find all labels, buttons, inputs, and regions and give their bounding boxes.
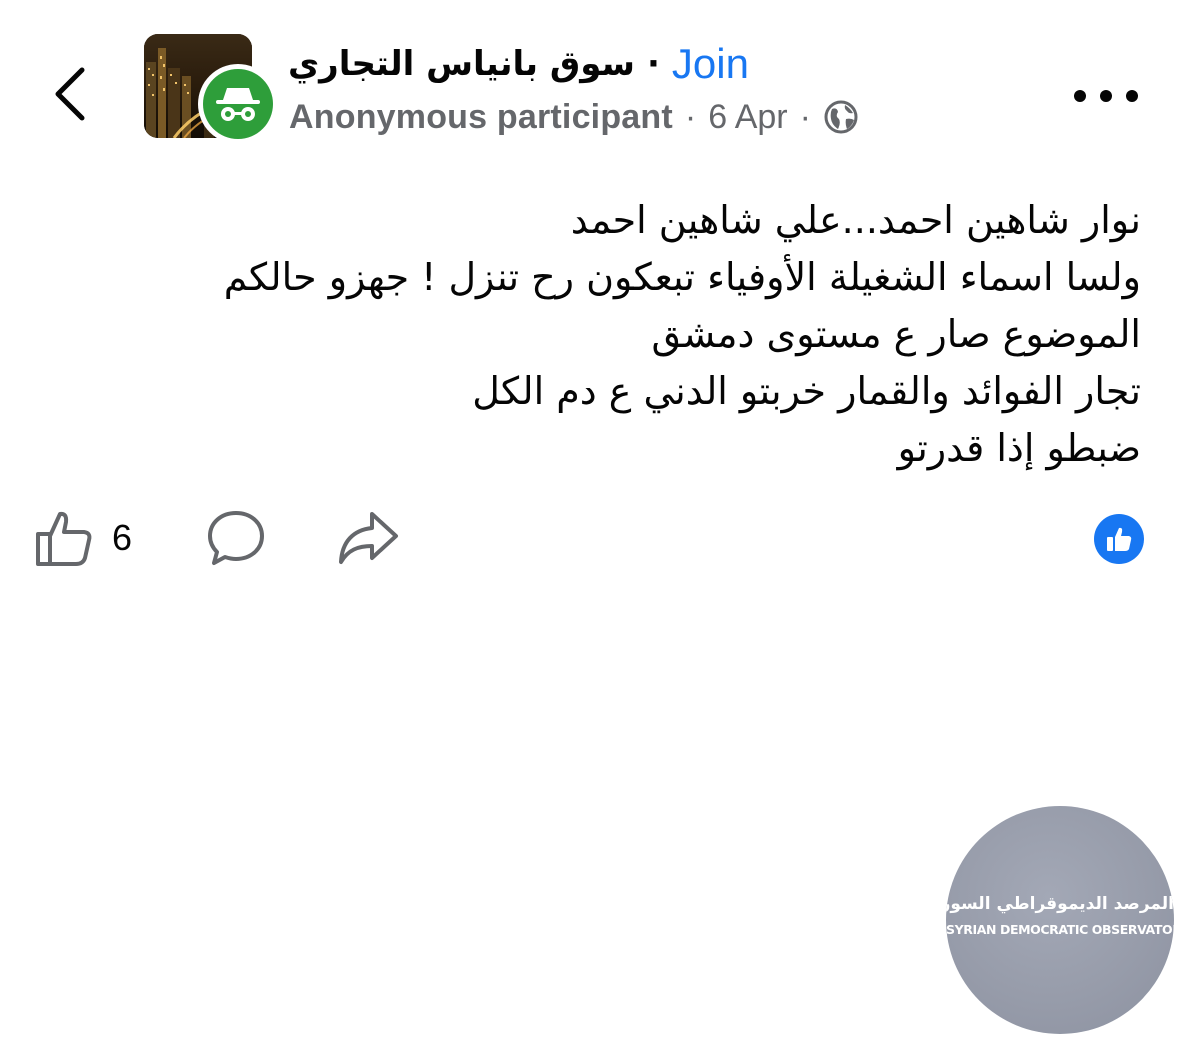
like-reaction-icon xyxy=(1107,527,1132,551)
thumbs-up-outline-icon xyxy=(36,511,92,566)
back-button[interactable] xyxy=(40,58,100,130)
post-text-line: ضبطو إذا قدرتو xyxy=(897,426,1141,470)
watermark-logo: المرصد الديموقراطي السوري SYRIAN DEMOCRA… xyxy=(946,806,1174,1034)
join-button[interactable]: Join xyxy=(672,40,749,88)
group-avatar-container[interactable] xyxy=(144,34,278,144)
post-header-meta: Anonymous participant · 6 Apr · xyxy=(289,94,859,140)
post-text-line: نوار شاهين احمد...علي شاهين احمد xyxy=(570,198,1141,242)
incognito-icon xyxy=(216,88,260,121)
post-text-line: الموضوع صار ع مستوى دمشق xyxy=(651,312,1141,356)
chevron-left-icon xyxy=(55,67,85,121)
watermark-arabic-text: المرصد الديموقراطي السوري xyxy=(946,894,1174,914)
anonymous-badge xyxy=(198,64,278,144)
share-arrow-icon xyxy=(339,512,399,564)
more-options-button[interactable] xyxy=(1074,76,1138,116)
separator-dot: · xyxy=(684,97,697,136)
more-dot xyxy=(1126,90,1138,102)
post-header-title: سوق بانياس التجاري · Join xyxy=(288,36,749,92)
like-button[interactable]: 6 xyxy=(34,508,132,568)
post-text-line: ولسا اسماء الشغيلة الأوفياء تبعكون رح تن… xyxy=(223,255,1141,299)
like-count[interactable]: 6 xyxy=(112,517,132,559)
privacy-indicator[interactable] xyxy=(823,99,859,135)
post-text-line: تجار الفوائد والقمار خربتو الدني ع دم ال… xyxy=(472,369,1141,413)
like-reaction-badge[interactable] xyxy=(1094,514,1144,564)
author-name[interactable]: Anonymous participant xyxy=(289,98,673,137)
group-name-link[interactable]: سوق بانياس التجاري xyxy=(288,44,635,84)
comment-bubble-icon xyxy=(208,511,265,565)
comment-button[interactable] xyxy=(206,508,266,568)
more-dot xyxy=(1100,90,1112,102)
share-button[interactable] xyxy=(336,508,400,568)
post-date[interactable]: 6 Apr xyxy=(708,98,787,137)
post-actions: 6 xyxy=(34,502,400,574)
watermark-english-text: SYRIAN DEMOCRATIC OBSERVATORY xyxy=(946,922,1174,937)
globe-icon xyxy=(824,100,858,134)
post-body: نوار شاهين احمد...علي شاهين احمد ولسا اس… xyxy=(81,192,1141,477)
more-horizontal-icon xyxy=(1074,90,1086,102)
separator-dot: · xyxy=(799,97,811,136)
separator-dot: · xyxy=(647,44,660,84)
